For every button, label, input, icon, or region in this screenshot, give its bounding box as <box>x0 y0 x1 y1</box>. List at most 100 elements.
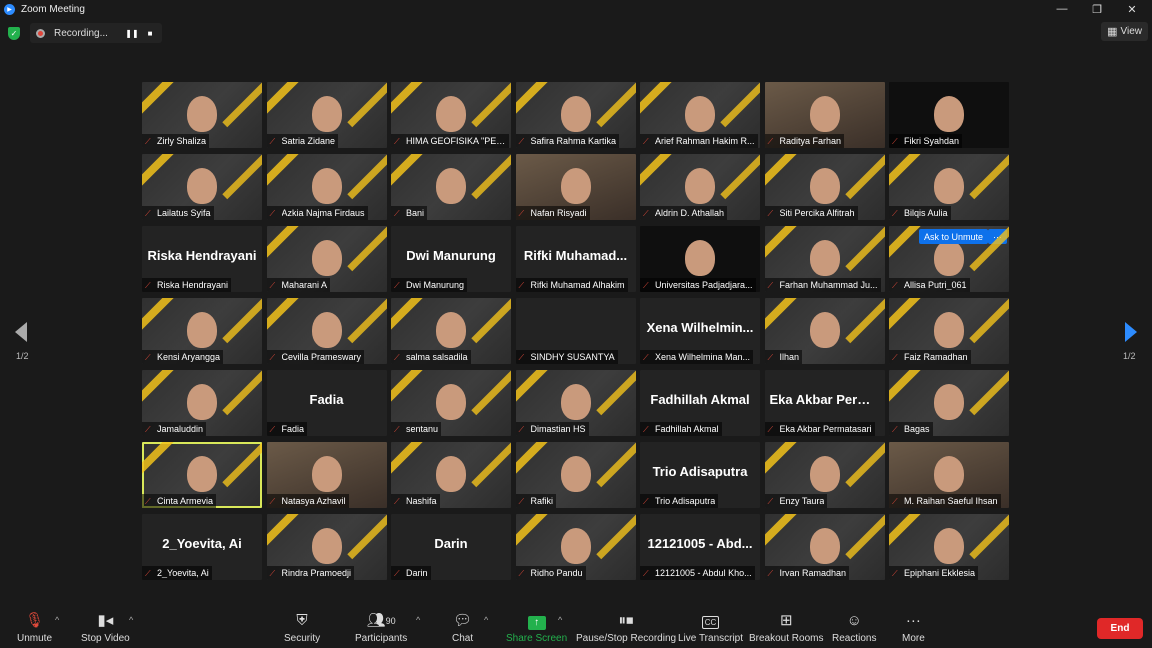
participant-tile[interactable]: Eka Akbar Perm... ⟋ Eka Akbar Permatasari <box>764 370 885 436</box>
participant-tile[interactable]: ⟋ Safira Rahma Kartika <box>515 82 636 148</box>
participant-name-bar: ⟋ Nafan Risyadi <box>515 206 590 220</box>
participant-name-bar: ⟋ sentanu <box>391 422 442 436</box>
participants-button[interactable]: 👥︎90 Participants <box>355 612 407 644</box>
participant-tile[interactable]: ⟋ Raditya Farhan <box>764 82 885 148</box>
pause-stop-recording-button[interactable]: ⏸︎⏹︎ Pause/Stop Recording <box>576 612 676 644</box>
encryption-shield-icon[interactable]: ✓ <box>8 26 20 40</box>
participant-name: Safira Rahma Kartika <box>530 136 617 146</box>
participant-tile[interactable]: ⟋ SINDHY SUSANTYA <box>515 298 636 364</box>
participant-video <box>560 168 591 204</box>
participant-tile[interactable]: ⟋ Nashifa <box>391 442 511 508</box>
end-meeting-button[interactable]: End <box>1097 618 1143 639</box>
muted-mic-icon: ⟋ <box>394 496 400 506</box>
unmute-button[interactable]: 🎙︎ Unmute <box>17 612 52 644</box>
participant-tile[interactable]: ⟋ Aldrin D. Athallah <box>640 154 760 220</box>
participant-video <box>809 240 840 276</box>
security-button[interactable]: ⛨ Security <box>284 612 320 644</box>
participant-tile[interactable]: ⟋ Siti Percika Alfitrah <box>764 154 885 220</box>
audio-options-caret[interactable]: ^ <box>55 615 59 625</box>
participant-tile[interactable]: ⟋ Bilqis Aulia <box>889 154 1009 220</box>
more-button[interactable]: ··· More <box>902 612 925 644</box>
participant-tile[interactable]: ⟋ Enzy Taura <box>764 442 885 508</box>
participant-tile[interactable]: ⟋ Maharani A <box>266 226 387 292</box>
pause-icon[interactable]: ❚❚ <box>125 27 138 39</box>
participant-tile[interactable]: ⟋ Bani <box>391 154 511 220</box>
share-options-caret[interactable]: ^ <box>558 615 562 625</box>
next-page-button[interactable] <box>1121 318 1141 346</box>
recording-status: Recording... <box>54 27 108 39</box>
participant-tile[interactable]: ⟋ sentanu <box>391 370 511 436</box>
participant-name: Nafan Risyadi <box>530 208 587 218</box>
participant-tile[interactable]: ⟋ Nafan Risyadi <box>515 154 636 220</box>
participant-tile[interactable]: ⟋ Allisa Putri_061 Ask to Unmute ··· <box>889 226 1009 292</box>
stop-video-button[interactable]: ▮◂ Stop Video <box>81 612 130 644</box>
tile-more-options-button[interactable]: ··· <box>988 229 1007 244</box>
participant-tile[interactable]: ⟋ Rafiki <box>515 442 636 508</box>
breakout-rooms-button[interactable]: ⊞ Breakout Rooms <box>749 612 823 644</box>
participant-tile[interactable]: ⟋ Rindra Pramoedji <box>266 514 387 580</box>
zoom-logo-icon: ▶ <box>4 3 15 15</box>
participant-tile[interactable]: Riska Hendrayani ⟋ Riska Hendrayani <box>142 226 262 292</box>
participant-tile[interactable]: ⟋ Ilhan <box>764 298 885 364</box>
participant-name: Epiphani Ekklesia <box>904 568 976 578</box>
reactions-button[interactable]: ☺︎ Reactions <box>832 612 876 644</box>
video-options-caret[interactable]: ^ <box>129 615 133 625</box>
muted-mic-icon: ⟋ <box>518 208 525 218</box>
participant-tile[interactable]: ⟋ Ridho Pandu <box>515 514 636 580</box>
participant-tile[interactable]: ⟋ Cevilla Prameswary <box>266 298 387 364</box>
close-button[interactable]: ✕ <box>1115 0 1149 18</box>
participant-tile[interactable]: ⟋ Lailatus Syifa <box>142 154 262 220</box>
participant-tile[interactable]: ⟋ Jamaluddin <box>142 370 262 436</box>
participant-display-name: Xena Wilhelmin... <box>646 320 754 335</box>
participant-tile[interactable]: ⟋ Cinta Armevia <box>142 442 262 508</box>
participant-name: Bani <box>406 208 425 218</box>
participant-tile[interactable]: Xena Wilhelmin... ⟋ Xena Wilhelmina Man... <box>640 298 760 364</box>
participant-tile[interactable]: ⟋ Faiz Ramadhan <box>889 298 1009 364</box>
participant-tile[interactable]: Darin ⟋ Darin <box>391 514 511 580</box>
participant-tile[interactable]: ⟋ Natasya Azhavil <box>266 442 387 508</box>
participant-name: Raditya Farhan <box>779 136 842 146</box>
participant-name-bar: ⟋ Universitas Padjadjara... <box>640 278 756 292</box>
chat-button[interactable]: 💬︎ Chat <box>452 612 473 644</box>
participant-name-bar: ⟋ Farhan Muhammad Ju... <box>764 278 881 292</box>
participant-tile[interactable]: ⟋ Zirly Shaliza <box>142 82 262 148</box>
participant-tile[interactable]: ⟋ Kensi Aryangga <box>142 298 262 364</box>
live-transcript-button[interactable]: CC Live Transcript <box>678 612 743 644</box>
participant-tile[interactable]: 2_Yoevita, Ai ⟋ 2_Yoevita, Ai <box>142 514 262 580</box>
chevron-right-icon <box>1125 322 1137 342</box>
participant-name: 2_Yoevita, Ai <box>157 568 209 578</box>
minimize-button[interactable]: — <box>1045 0 1079 18</box>
participant-tile[interactable]: ⟋ Dimastian HS <box>515 370 636 436</box>
chat-options-caret[interactable]: ^ <box>484 615 488 625</box>
participant-tile[interactable]: Rifki Muhamad... ⟋ Rifki Muhamad Alhakim <box>515 226 636 292</box>
participant-name: Faiz Ramadhan <box>904 352 968 362</box>
participant-tile[interactable]: ⟋ Irvan Ramadhan <box>764 514 885 580</box>
participant-video <box>934 312 964 348</box>
participant-tile[interactable]: ⟋ M. Raihan Saeful Ihsan <box>889 442 1009 508</box>
participant-tile[interactable]: ⟋ Universitas Padjadjara... <box>640 226 760 292</box>
participant-tile[interactable]: Trio Adisaputra ⟋ Trio Adisaputra <box>640 442 760 508</box>
participant-tile[interactable]: ⟋ Fikri Syahdan <box>889 82 1009 148</box>
participant-tile[interactable]: 12121005 - Abd... ⟋ 12121005 - Abdul Kho..… <box>640 514 760 580</box>
previous-page-button[interactable] <box>11 318 31 346</box>
participant-tile[interactable]: ⟋ Bagas <box>889 370 1009 436</box>
participant-tile[interactable]: Fadhillah Akmal ⟋ Fadhillah Akmal <box>640 370 760 436</box>
view-button[interactable]: ▦ View <box>1101 22 1148 41</box>
stop-icon[interactable]: ■ <box>144 27 156 39</box>
participant-tile[interactable]: ⟋ HIMA GEOFISIKA "PED... <box>391 82 511 148</box>
participant-name: Azkia Najma Firdaus <box>281 208 365 218</box>
participant-tile[interactable]: ⟋ Farhan Muhammad Ju... <box>764 226 885 292</box>
participant-name-bar: ⟋ Rifki Muhamad Alhakim <box>515 278 628 292</box>
ask-to-unmute-button[interactable]: Ask to Unmute <box>919 229 989 244</box>
participants-options-caret[interactable]: ^ <box>416 615 420 625</box>
participant-tile[interactable]: Fadia ⟋ Fadia <box>266 370 387 436</box>
participant-tile[interactable]: ⟋ Arief Rahman Hakim R... <box>640 82 760 148</box>
participant-tile[interactable]: ⟋ Azkia Najma Firdaus <box>266 154 387 220</box>
participant-tile[interactable]: ⟋ Epiphani Ekklesia <box>889 514 1009 580</box>
restore-button[interactable]: ❐ <box>1080 0 1114 18</box>
participant-tile[interactable]: ⟋ salma salsadila <box>391 298 511 364</box>
participant-video <box>934 96 964 132</box>
participant-name-bar: ⟋ Epiphani Ekklesia <box>889 566 979 580</box>
participant-tile[interactable]: Dwi Manurung ⟋ Dwi Manurung <box>391 226 511 292</box>
participant-tile[interactable]: ⟋ Satria Zidane <box>266 82 387 148</box>
